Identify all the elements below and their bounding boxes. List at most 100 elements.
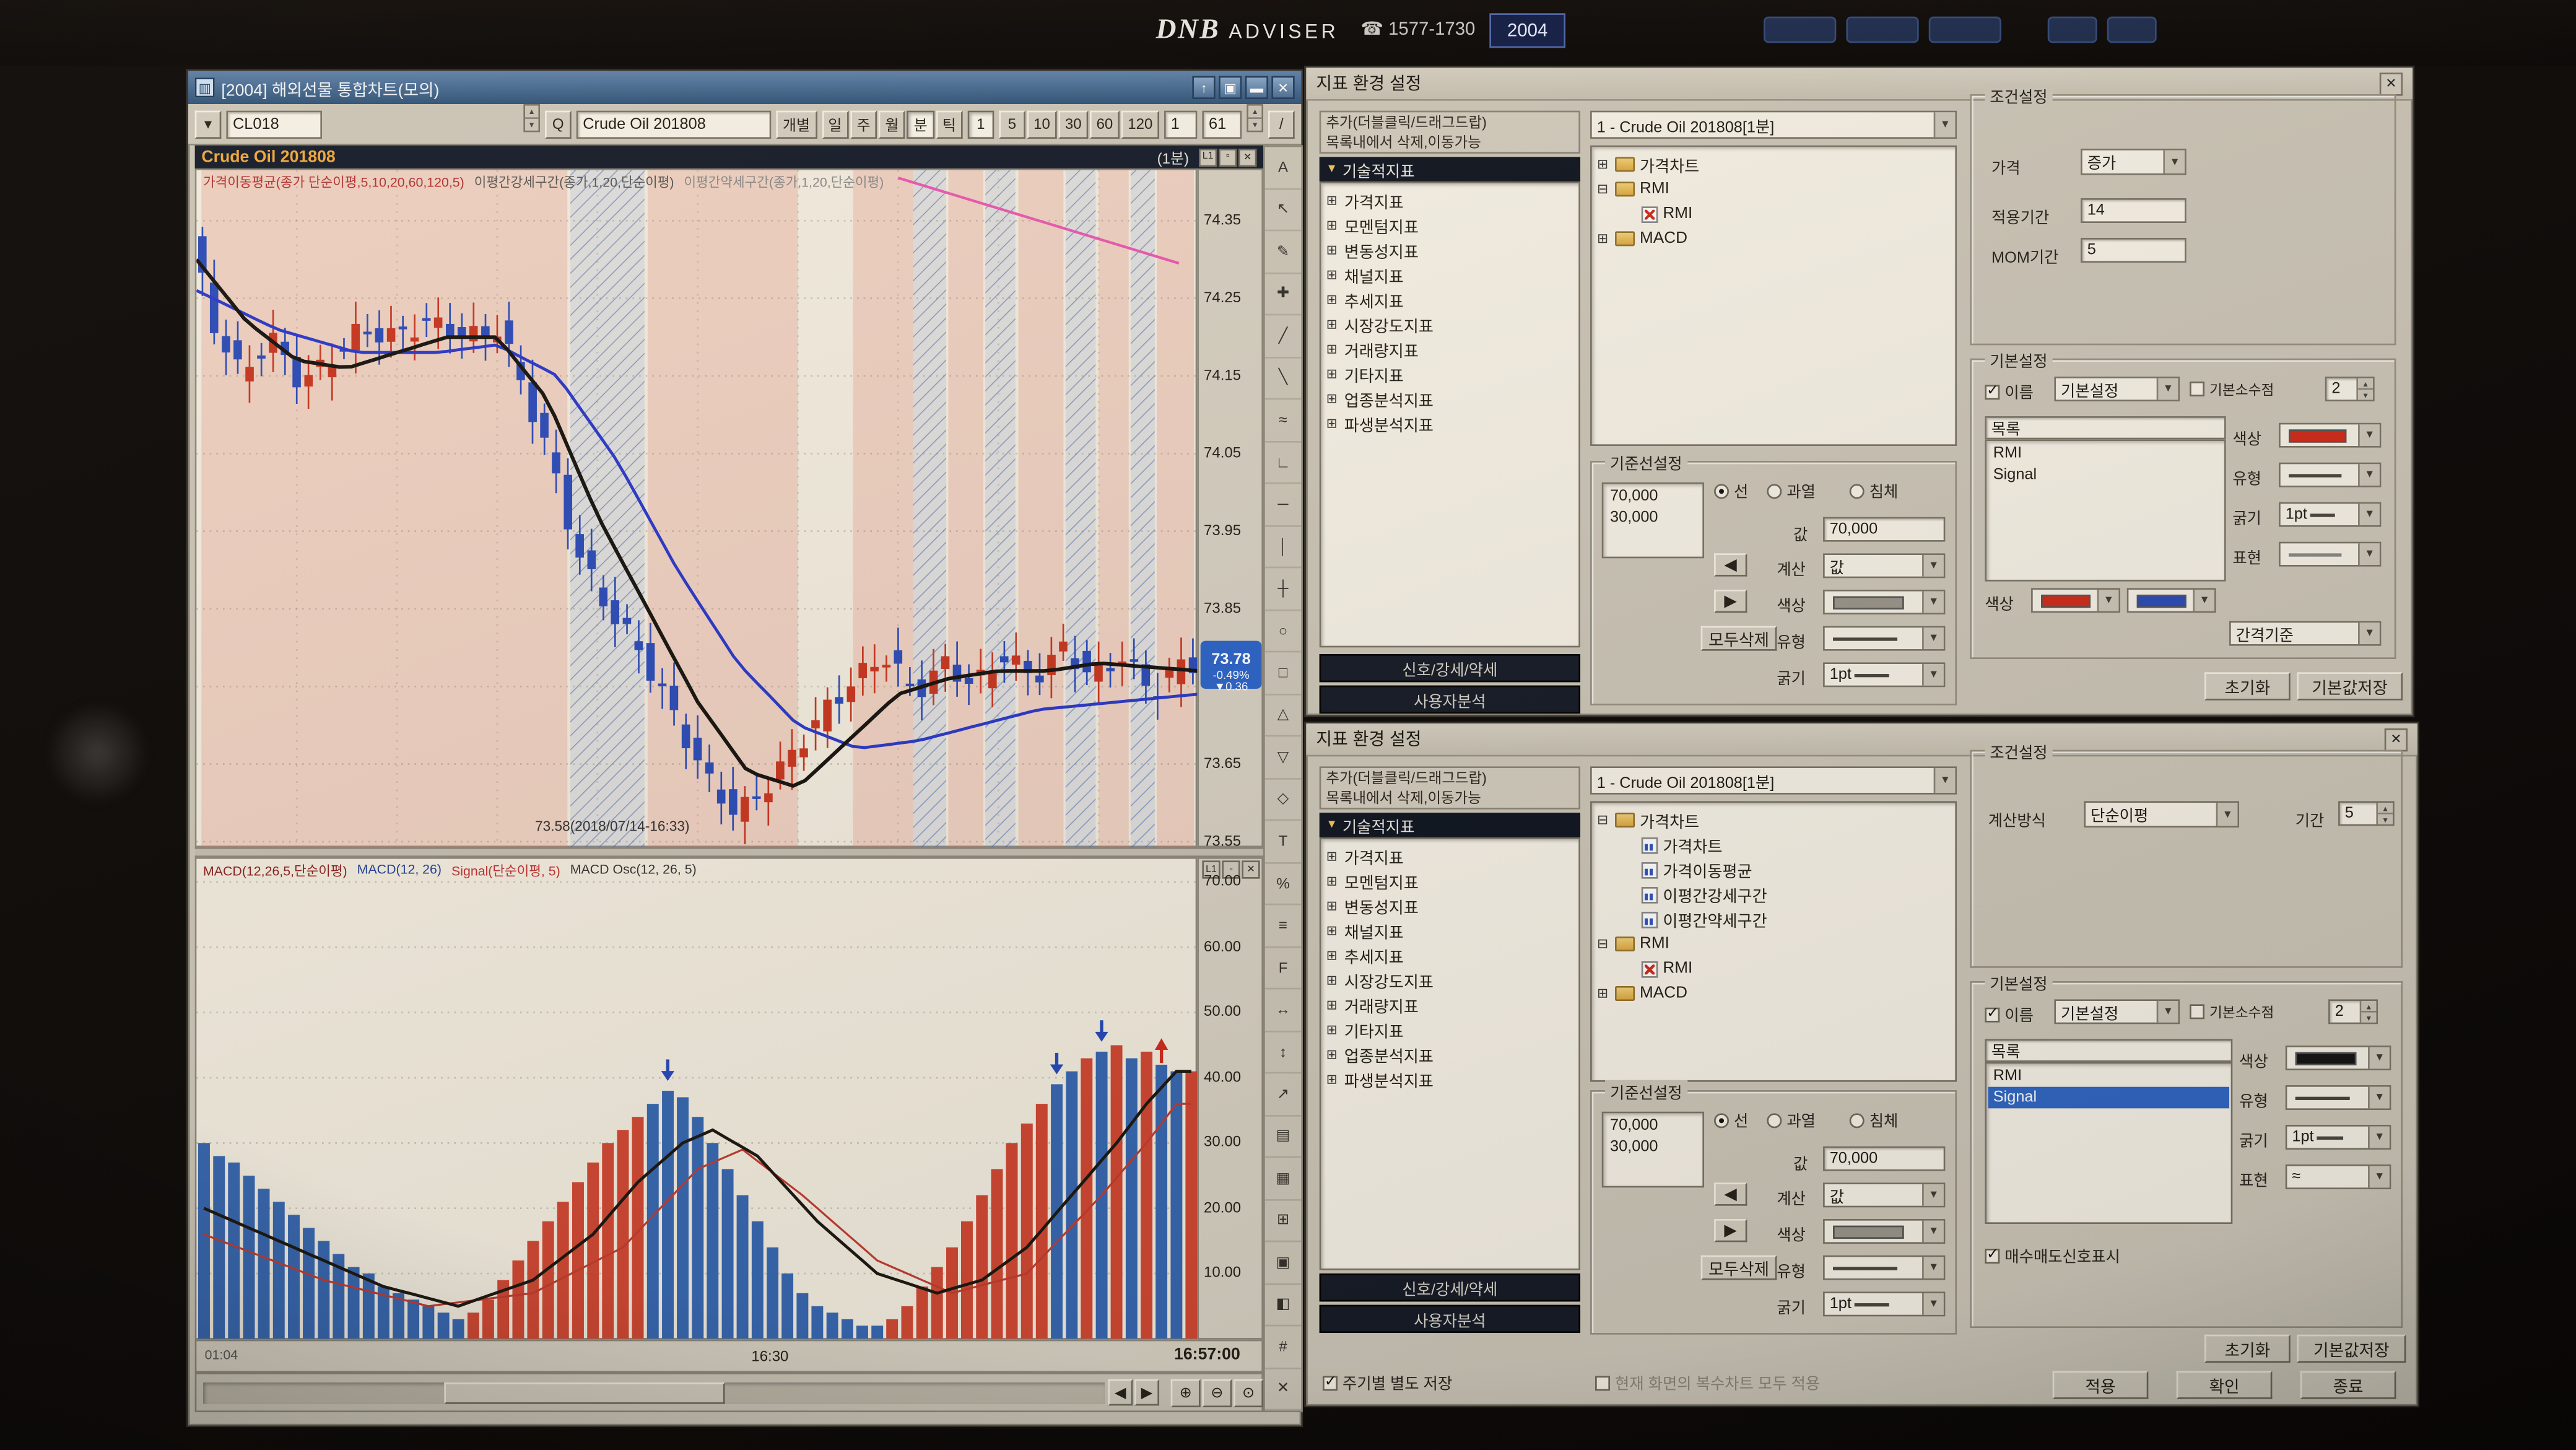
expand-icon[interactable]: ⊞ (1325, 317, 1339, 332)
radio-oversold[interactable]: 침체 (1850, 1108, 1899, 1131)
period-button[interactable]: 월 (879, 110, 905, 138)
period-button[interactable]: 주 (850, 110, 877, 138)
indicator-tree-item[interactable]: RMI (1622, 956, 1952, 981)
signal-strength-button[interactable]: 신호/강세/약세 (1320, 1273, 1580, 1301)
tree-item[interactable]: ⊞ 기타지표 (1325, 362, 1575, 387)
symbol-stepper[interactable]: ▲▼ (523, 104, 540, 132)
radio-overbought[interactable]: 과열 (1767, 479, 1816, 502)
chart-window-titlebar[interactable]: ▥ [2004] 해외선물 통합차트(모의) ↑ ▣ ▬ ✕ (188, 71, 1301, 104)
move-right-button[interactable]: ▶ (1714, 1219, 1747, 1242)
period-button[interactable]: 분 (907, 110, 934, 138)
series-color-combo[interactable]: ▼ (2279, 423, 2381, 448)
exit-button[interactable]: 종료 (2300, 1371, 2396, 1399)
radio-line[interactable]: 선 (1714, 1108, 1748, 1131)
expand-icon[interactable] (1622, 961, 1637, 976)
expand-icon[interactable]: ⊟ (1595, 181, 1610, 196)
interval-button[interactable]: 5 (999, 110, 1025, 138)
mini-window-button[interactable]: ▫ (1219, 148, 1237, 166)
tree-item[interactable]: ⊞ 거래량지표 (1325, 337, 1575, 362)
apply-all-charts-checkbox[interactable]: 현재 화면의 복수차트 모두 적용 (1595, 1371, 1820, 1394)
topbar-menu-pill[interactable] (2048, 17, 2097, 43)
radio-overbought[interactable]: 과열 (1767, 1108, 1816, 1131)
main-price-chart[interactable]: 가격이동평균(종가 단순이평,5,10,20,60,120,5) 이평간강세구간… (195, 168, 1198, 847)
delete-all-button[interactable]: 모두삭제 (1701, 626, 1777, 651)
save-default-button[interactable]: 기본값저장 (2297, 1335, 2406, 1363)
indicator-sub-chart[interactable]: MACD(12,26,5,단순이평) MACD(12, 26) Signal(단… (195, 857, 1198, 1340)
zone-color-combo-2[interactable]: ▼ (2127, 588, 2216, 613)
expand-icon[interactable]: ⊞ (1595, 986, 1610, 1001)
radio-oversold[interactable]: 침체 (1850, 479, 1899, 502)
tree-item[interactable]: ⊞ 가격지표 (1325, 188, 1575, 213)
baseline-width-combo[interactable]: 1pt▼ (1823, 1291, 1945, 1316)
expand-icon[interactable]: ⊞ (1325, 342, 1339, 357)
window-button[interactable]: ▣ (1219, 76, 1242, 99)
topbar-menu-pill[interactable] (2107, 17, 2157, 43)
delete-all-button[interactable]: 모두삭제 (1701, 1256, 1777, 1280)
topbar-menu-pill[interactable] (1846, 17, 1918, 43)
radio-line[interactable]: 선 (1714, 479, 1748, 502)
move-left-button[interactable]: ◀ (1714, 553, 1747, 576)
drawing-tool-icon[interactable]: ◧ (1265, 1284, 1302, 1326)
zoom-icon[interactable]: ⊕ (1171, 1379, 1201, 1407)
drawing-tool-icon[interactable]: ↖ (1265, 189, 1302, 231)
move-left-button[interactable]: ◀ (1714, 1182, 1747, 1205)
expand-icon[interactable]: ⊞ (1325, 416, 1339, 431)
indicator-tree-item[interactable]: ⊞ 가격차트 (1595, 152, 1952, 177)
expand-icon[interactable]: ⊞ (1325, 1023, 1339, 1037)
tree-item[interactable]: ⊞ 모멘텀지표 (1325, 213, 1575, 238)
topbar-menu-pill[interactable] (1929, 17, 2001, 43)
save-per-period-checkbox[interactable]: 주기별 별도 저장 (1323, 1371, 1452, 1394)
expand-icon[interactable] (1622, 887, 1637, 902)
scroll-right-button[interactable]: ▶ (1134, 1379, 1159, 1406)
baseline-color-combo[interactable]: ▼ (1823, 1219, 1945, 1244)
expand-icon[interactable]: ⊞ (1325, 1047, 1339, 1062)
interval-button[interactable]: 60 (1090, 110, 1120, 138)
drawing-tool-icon[interactable]: ✕ (1265, 1368, 1302, 1410)
series-width-combo[interactable]: 1pt▼ (2279, 502, 2381, 527)
zoom-icon[interactable]: ⊖ (1202, 1379, 1232, 1407)
drawing-tool-icon[interactable]: ↕ (1265, 1031, 1302, 1073)
buy-sell-signal-checkbox[interactable]: 매수매도신호표시 (1985, 1244, 2120, 1267)
user-analysis-button[interactable]: 사용자분석 (1320, 686, 1580, 714)
interval-button[interactable]: 30 (1058, 110, 1088, 138)
expand-icon[interactable]: ⊞ (1325, 874, 1339, 889)
drawing-tool-icon[interactable]: │ (1265, 526, 1302, 568)
period-button[interactable]: 일 (822, 110, 848, 138)
drawing-tool-icon[interactable]: ✚ (1265, 273, 1302, 315)
drawing-tool-icon[interactable]: ▽ (1265, 736, 1302, 779)
name-checkbox[interactable]: 이름 (1985, 380, 2034, 403)
tree-item[interactable]: ⊞ 거래량지표 (1325, 993, 1575, 1018)
expand-icon[interactable] (1622, 206, 1637, 221)
slash-button[interactable]: / (1268, 110, 1295, 138)
indicator-tree-item[interactable]: 가격이동평균 (1622, 857, 1952, 882)
drawing-tool-icon[interactable]: ▤ (1265, 1116, 1302, 1158)
user-analysis-button[interactable]: 사용자분석 (1320, 1305, 1580, 1333)
drawing-tool-icon[interactable]: ∟ (1265, 442, 1302, 484)
minute-value-box[interactable]: 1 (967, 110, 994, 138)
series-width-combo[interactable]: 1pt▼ (2286, 1125, 2391, 1150)
chart-select-combo[interactable]: 1 - Crude Oil 201808[1분]▼ (1590, 111, 1957, 139)
close-icon[interactable]: ✕ (2380, 72, 2403, 95)
series-list-item[interactable]: RMI (1988, 1065, 2229, 1087)
chevron-down-icon[interactable]: ▼ (1934, 112, 1956, 137)
name-checkbox[interactable]: 이름 (1985, 1003, 2034, 1026)
drawing-tool-icon[interactable]: ↔ (1265, 989, 1302, 1031)
drawing-tool-icon[interactable]: ▣ (1265, 1242, 1302, 1284)
tree-item[interactable]: ⊞ 추세지표 (1325, 943, 1575, 968)
indicator-tree-item[interactable]: ⊞ MACD (1595, 226, 1952, 251)
menu-icon[interactable]: ▾ (195, 110, 222, 138)
interval-button[interactable]: 120 (1121, 110, 1159, 138)
decimal-checkbox[interactable]: 기본소수점 (2190, 380, 2274, 400)
drawing-tool-icon[interactable]: A (1265, 147, 1302, 189)
expand-icon[interactable]: ⊞ (1325, 292, 1339, 307)
indicator-tree-item[interactable]: 이평간약세구간 (1622, 907, 1952, 932)
period-input[interactable]: 5▲▼ (2338, 801, 2395, 826)
indicator-tree-item[interactable]: ⊟ RMI (1595, 932, 1952, 956)
scroll-thumb[interactable] (444, 1382, 724, 1404)
expand-icon[interactable]: ⊞ (1325, 391, 1339, 406)
tree-item[interactable]: ⊞ 기타지표 (1325, 1018, 1575, 1042)
drawing-tool-icon[interactable]: ◇ (1265, 779, 1302, 821)
name-preset-combo[interactable]: 기본설정▼ (2054, 377, 2180, 401)
mini-window-button[interactable]: L1 (1199, 148, 1217, 166)
tree-item[interactable]: ⊞ 시장강도지표 (1325, 312, 1575, 337)
